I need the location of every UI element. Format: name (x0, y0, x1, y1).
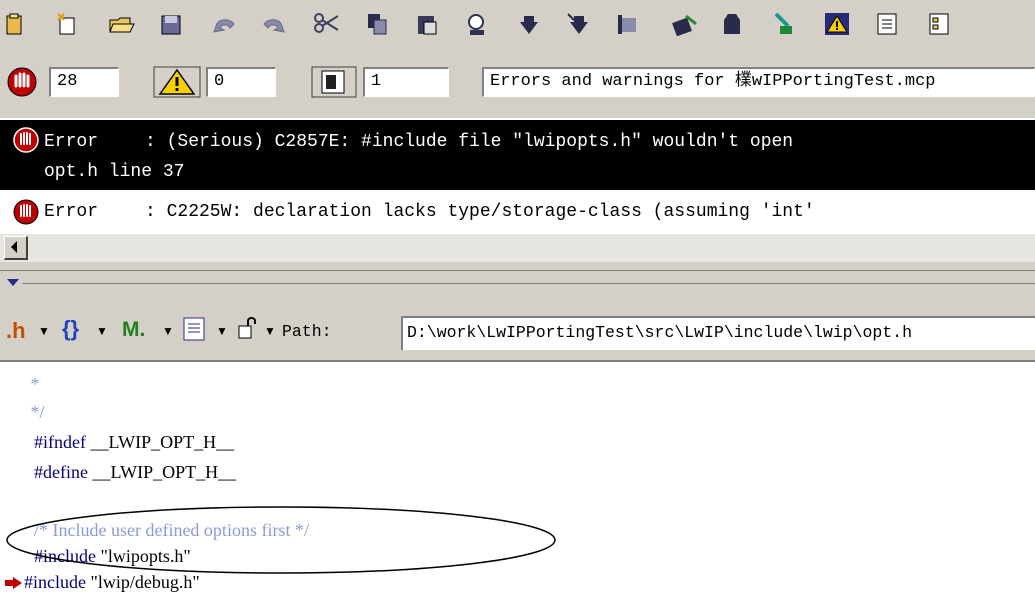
document-menu-icon[interactable] (182, 316, 206, 342)
new-file-icon[interactable] (56, 12, 78, 36)
errors-filter-icon[interactable] (0, 66, 44, 98)
horizontal-scrollbar[interactable] (0, 234, 1035, 262)
header-file-menu[interactable]: .h (6, 318, 26, 344)
divider (22, 283, 1035, 284)
functions-menu[interactable]: {} (62, 316, 79, 342)
make-icon[interactable] (772, 12, 798, 36)
macro-name: __LWIP_OPT_H__ (85, 432, 235, 452)
warning-icon[interactable] (824, 12, 850, 36)
find-icon[interactable] (466, 12, 488, 36)
chevron-down-icon[interactable]: ▼ (96, 324, 108, 338)
list-icon[interactable] (876, 12, 898, 36)
message-detail: opt.h line 37 (44, 162, 185, 182)
clear-icon[interactable] (616, 12, 638, 36)
preprocessor-keyword: #define (34, 462, 88, 482)
cut-icon[interactable] (312, 12, 342, 36)
find-next-icon[interactable] (566, 12, 592, 36)
window-title-field: Errors and warnings for 檏wIPPortingTest.… (482, 67, 1035, 97)
error-stop-icon (13, 127, 39, 153)
collapse-triangle-icon[interactable] (6, 278, 20, 288)
paste-icon[interactable] (416, 12, 438, 36)
message-type: Error (44, 202, 99, 222)
message-list[interactable]: Error : (Serious) C2857E: #include file … (0, 118, 1035, 234)
path-label: Path: (282, 322, 332, 341)
message-text: : C2225W: declaration lacks type/storage… (145, 202, 815, 222)
list-alt-icon[interactable] (928, 12, 950, 36)
error-stop-icon (13, 199, 39, 225)
replace-icon[interactable] (518, 12, 540, 36)
run-icon[interactable] (722, 12, 744, 36)
preprocessor-keyword: #ifndef (34, 432, 86, 452)
message-type: Error (44, 132, 99, 152)
errors-count: 28 (49, 67, 119, 97)
chevron-down-icon[interactable]: ▼ (216, 324, 228, 338)
code-line: */ (26, 402, 45, 422)
new-project-icon[interactable] (4, 12, 26, 36)
code-line: * (26, 374, 40, 394)
warnings-filter-icon[interactable] (152, 66, 202, 98)
main-toolbar (0, 0, 1035, 52)
markers-menu[interactable]: M. (122, 318, 145, 342)
info-filter-icon[interactable] (310, 66, 358, 98)
annotation-ellipse (6, 506, 556, 574)
code-line: #define __LWIP_OPT_H__ (34, 462, 236, 483)
chevron-down-icon[interactable]: ▼ (162, 324, 174, 338)
macro-name: __LWIP_OPT_H__ (87, 462, 237, 482)
chevron-down-icon[interactable]: ▼ (264, 324, 276, 338)
code-line: #ifndef __LWIP_OPT_H__ (34, 432, 234, 453)
save-icon[interactable] (160, 12, 182, 36)
open-icon[interactable] (108, 12, 136, 36)
pane-splitter[interactable] (0, 262, 1035, 271)
code-editor[interactable]: * */ #ifndef __LWIP_OPT_H__ #define __LW… (0, 360, 1035, 597)
chevron-down-icon[interactable]: ▼ (38, 324, 50, 338)
lock-icon[interactable] (236, 314, 258, 342)
message-text: : (Serious) C2857E: #include file "lwipo… (145, 132, 794, 152)
undo-icon[interactable] (210, 12, 240, 36)
debug-icon[interactable] (670, 12, 698, 36)
path-field[interactable]: D:\work\LwIPPortingTest\src\LwIP\include… (401, 316, 1035, 350)
redo-icon[interactable] (258, 12, 288, 36)
scroll-left-button[interactable] (4, 236, 28, 260)
warnings-count: 0 (206, 67, 276, 97)
info-count: 1 (363, 67, 449, 97)
arrow-left-icon (11, 241, 17, 253)
copy-icon[interactable] (366, 12, 388, 36)
